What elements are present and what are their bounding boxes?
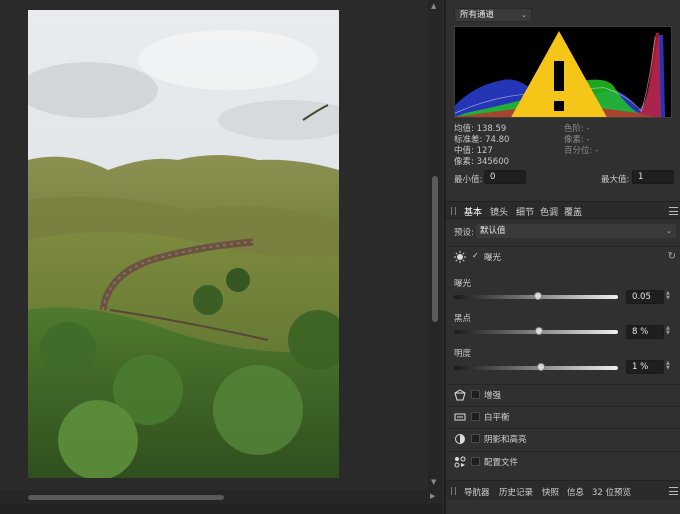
blackpoint-slider-label: 黑点 xyxy=(454,314,472,324)
tab-overlay[interactable]: 覆盖 xyxy=(564,205,582,218)
profile-icon xyxy=(454,456,466,468)
tab-snapshots[interactable]: 快照 xyxy=(542,486,559,498)
tab-info[interactable]: 信息 xyxy=(567,486,584,498)
preset-row: 预设: 默认值 ⌄ xyxy=(446,223,680,239)
shadows-highlights-section-header[interactable]: 阴影和高亮 xyxy=(446,428,680,448)
vertical-scrollbar[interactable]: ▲ ▼ xyxy=(428,0,442,490)
exposure-spin-icon[interactable]: ▲ ▼ xyxy=(666,291,670,301)
panel-grip-icon[interactable] xyxy=(451,487,456,495)
shadows-highlights-icon xyxy=(455,434,465,444)
reset-icon[interactable]: ↻ xyxy=(668,251,676,262)
stat-pixels: 像素: 345600 xyxy=(454,157,510,167)
tabs-menu-icon[interactable] xyxy=(669,207,678,215)
develop-panel: 所有通道 ⌄ 均值: 138.59 标准差: 74.80 中值: 127 像素:… xyxy=(444,0,680,514)
channel-select[interactable]: 所有通道 ⌄ xyxy=(454,8,532,22)
brightness-slider-knob[interactable] xyxy=(536,363,545,371)
studio-menu-icon[interactable] xyxy=(669,487,678,495)
brightness-value-field[interactable]: 1 % xyxy=(626,360,664,374)
enhance-enable-checkbox[interactable] xyxy=(471,390,480,399)
exposure-section-label: 曝光 xyxy=(484,253,502,263)
stat-percentile: 百分位: - xyxy=(564,146,599,156)
enhance-section-label: 增强 xyxy=(484,391,502,401)
tab-tone[interactable]: 色调 xyxy=(540,205,558,218)
enhance-section-header[interactable]: 增强 xyxy=(446,384,680,404)
tab-32bit-preview[interactable]: 32 位预览 xyxy=(592,486,631,498)
document-photo[interactable] xyxy=(28,10,339,478)
canvas-area[interactable] xyxy=(0,0,428,490)
tab-basic[interactable]: 基本 xyxy=(464,205,482,218)
tab-navigator[interactable]: 导航器 xyxy=(464,486,490,498)
chevron-down-icon: ⌄ xyxy=(666,227,672,235)
horizontal-scrollbar[interactable]: ▶ xyxy=(0,490,442,504)
preset-select-value: 默认值 xyxy=(480,226,506,236)
vertical-scroll-thumb[interactable] xyxy=(432,176,438,322)
white-balance-section-label: 白平衡 xyxy=(484,413,510,423)
shadows-highlights-section-label: 阴影和高亮 xyxy=(484,435,527,445)
preset-select[interactable]: 默认值 ⌄ xyxy=(476,224,676,238)
chevron-down-icon: ⌄ xyxy=(521,11,527,19)
exposure-section-header[interactable]: 曝光 ↻ xyxy=(446,246,680,266)
exposure-icon xyxy=(454,251,466,263)
exposure-slider-knob[interactable] xyxy=(533,292,542,300)
profile-section-header[interactable]: 配置文件 xyxy=(446,451,680,471)
viaduct-landscape-image xyxy=(28,10,339,478)
max-value-field[interactable]: 1 xyxy=(632,170,674,184)
exposure-enable-checkbox[interactable] xyxy=(471,251,480,261)
histogram xyxy=(454,26,672,118)
brightness-slider[interactable] xyxy=(454,363,618,371)
tab-detail[interactable]: 细节 xyxy=(516,205,534,218)
exposure-slider-label: 曝光 xyxy=(454,279,472,289)
brightness-slider-label: 明度 xyxy=(454,349,472,359)
exposure-value-field[interactable]: 0.05 xyxy=(626,290,664,304)
studio-tabs: 导航器 历史记录 快照 信息 32 位预览 xyxy=(446,480,680,500)
scroll-down-icon[interactable]: ▼ xyxy=(431,478,436,486)
panel-grip-icon[interactable] xyxy=(451,207,456,215)
scroll-up-icon[interactable]: ▲ xyxy=(431,2,436,10)
white-balance-section-header[interactable]: 白平衡 xyxy=(446,406,680,426)
min-label: 最小值: xyxy=(454,175,483,185)
exposure-slider[interactable] xyxy=(454,292,618,300)
enhance-icon xyxy=(454,389,466,401)
blackpoint-slider[interactable] xyxy=(454,327,618,335)
white-balance-enable-checkbox[interactable] xyxy=(471,412,480,421)
channel-select-value: 所有通道 xyxy=(460,10,495,20)
scroll-right-icon[interactable]: ▶ xyxy=(430,492,435,500)
profile-section-label: 配置文件 xyxy=(484,458,519,468)
white-balance-icon xyxy=(454,413,466,421)
tab-history[interactable]: 历史记录 xyxy=(499,486,533,498)
profile-enable-checkbox[interactable] xyxy=(471,457,480,466)
tab-lens[interactable]: 镜头 xyxy=(490,205,508,218)
blackpoint-spin-icon[interactable]: ▲ ▼ xyxy=(666,326,670,336)
preset-label: 预设: xyxy=(454,228,474,238)
blackpoint-slider-knob[interactable] xyxy=(535,327,544,335)
canvas-bottom-strip xyxy=(0,504,442,514)
develop-tabs: 基本 镜头 细节 色调 覆盖 xyxy=(446,201,680,219)
blackpoint-value-field[interactable]: 8 % xyxy=(626,325,664,339)
clipping-warning-icon[interactable] xyxy=(454,31,667,118)
brightness-spin-icon[interactable]: ▲ ▼ xyxy=(666,361,670,371)
horizontal-scroll-thumb[interactable] xyxy=(28,495,224,500)
shadows-highlights-enable-checkbox[interactable] xyxy=(471,434,480,443)
min-value-field[interactable]: 0 xyxy=(484,170,526,184)
max-label: 最大值: xyxy=(601,175,630,185)
